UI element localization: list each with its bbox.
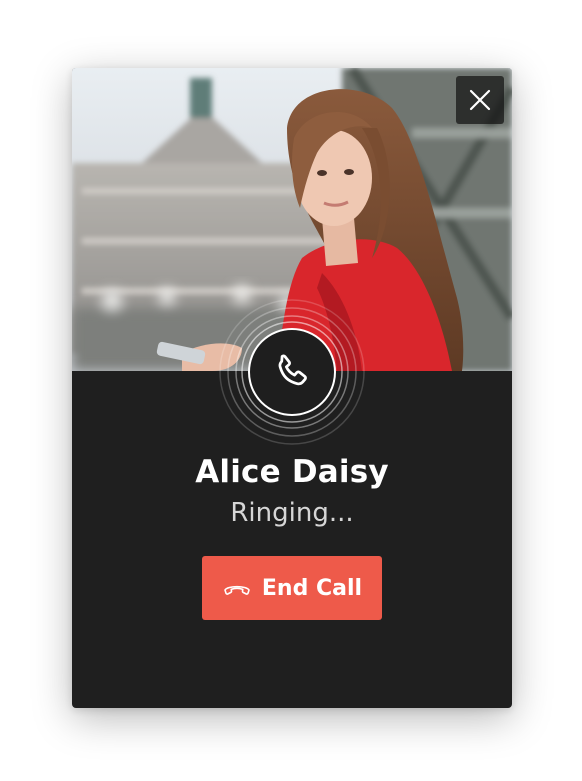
end-call-label: End Call [261,575,363,601]
close-icon [469,89,491,111]
phone-call-button[interactable] [248,328,336,416]
caller-name: Alice Daisy [195,454,389,490]
call-status: Ringing... [230,498,354,528]
close-button[interactable] [456,76,504,124]
hangup-icon [224,585,250,595]
incoming-call-card: Alice Daisy Ringing... End Call [72,68,512,708]
end-call-button[interactable]: End Call [202,556,382,620]
phone-icon [278,354,307,386]
